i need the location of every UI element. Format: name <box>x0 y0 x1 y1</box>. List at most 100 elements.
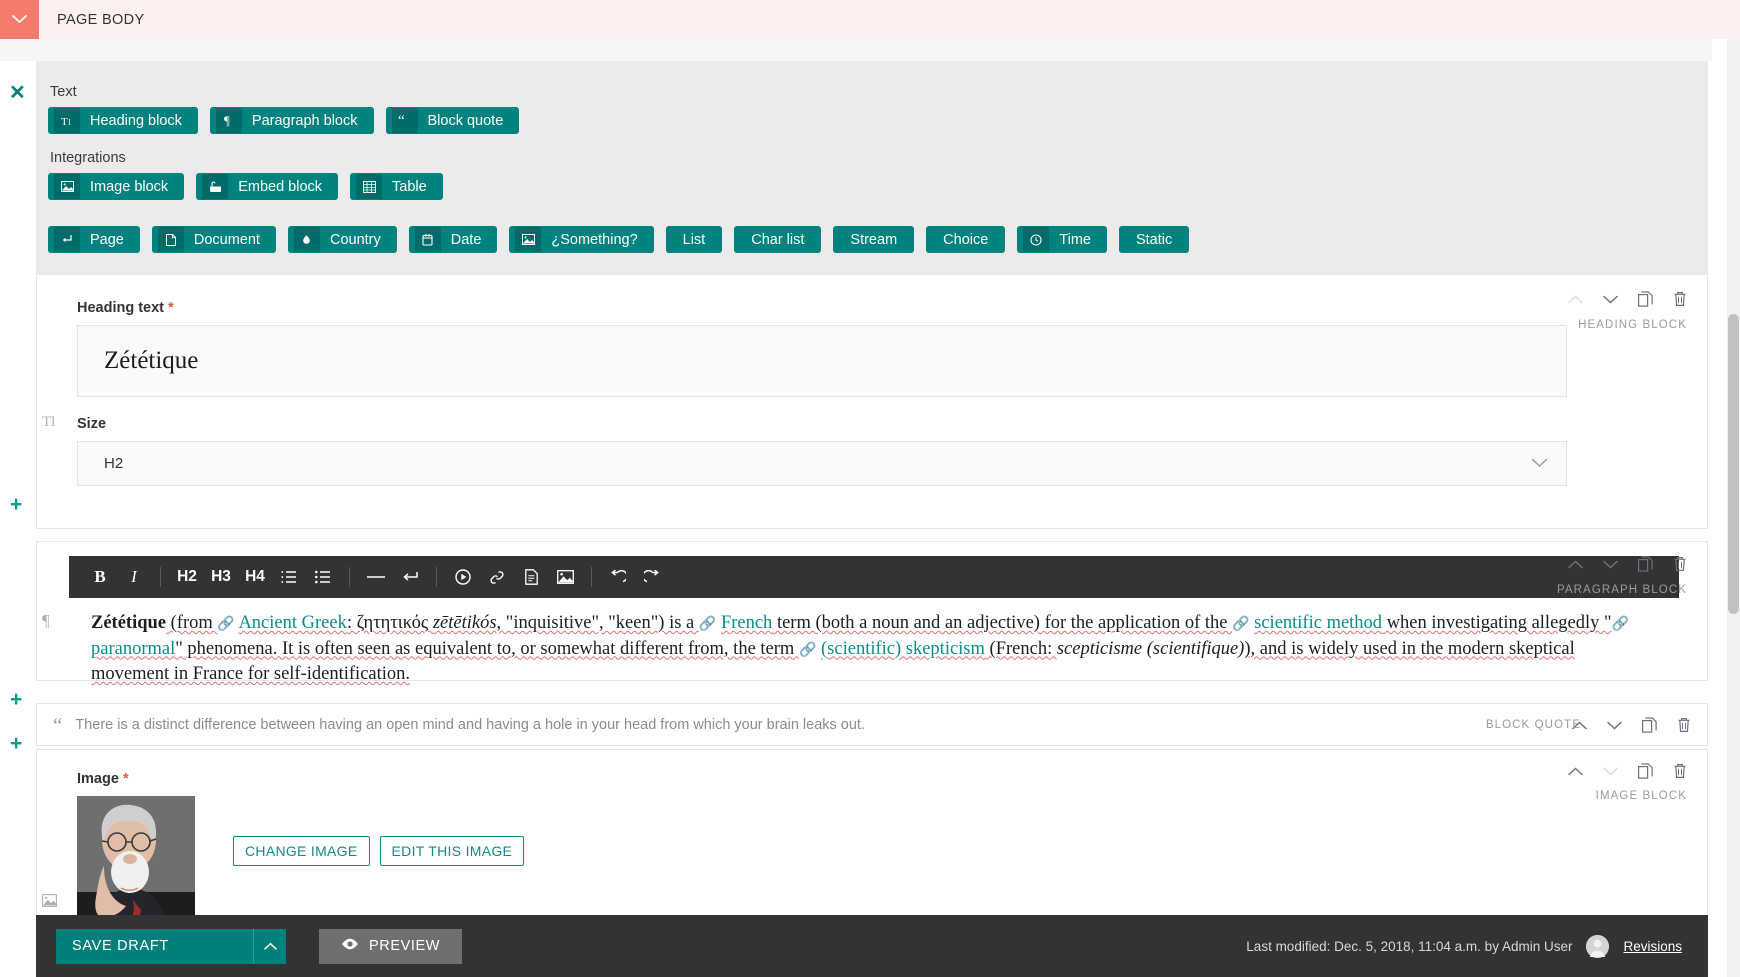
document-link-button[interactable] <box>514 556 548 598</box>
heading-3-button[interactable]: H3 <box>204 556 238 598</box>
add-time-block-label: Time <box>1059 231 1091 248</box>
revisions-link[interactable]: Revisions <box>1623 939 1682 954</box>
change-image-button[interactable]: CHANGE IMAGE <box>233 836 370 866</box>
image-button[interactable] <box>548 556 582 598</box>
toolbar-divider <box>160 567 161 587</box>
chevron-up-icon <box>263 942 277 950</box>
paragraph-link[interactable]: Ancient Greek <box>238 613 346 633</box>
add-image-block-label: Image block <box>90 178 169 195</box>
move-block-down-icon[interactable] <box>1607 721 1622 730</box>
paragraph-text-segment: " phenomena. It is often seen as equival… <box>175 638 799 659</box>
paragraph-block: B I H2 H3 H4 Zététique (from 🔗 Ancient G… <box>36 541 1708 684</box>
add-heading-block-button[interactable]: Tl Heading block <box>48 107 198 134</box>
delete-block-icon[interactable] <box>1677 717 1691 733</box>
add-block-quote-button[interactable]: “ Block quote <box>385 107 520 134</box>
paragraph-text-segment: (French: <box>984 638 1057 659</box>
add-page-block-button[interactable]: Page <box>48 226 140 253</box>
add-table-block-button[interactable]: Table <box>350 173 443 200</box>
clock-icon <box>1023 227 1050 252</box>
add-char-list-block-label: Char list <box>751 231 805 248</box>
delete-block-icon[interactable] <box>1673 291 1687 307</box>
add-document-block-label: Document <box>193 231 260 248</box>
redo-button[interactable] <box>635 556 669 598</box>
add-block-quote-label: Block quote <box>427 112 504 129</box>
line-break-button[interactable] <box>393 556 427 598</box>
chooser-extra-buttons: Page Document Country Date ¿Something? L… <box>48 226 1708 253</box>
move-block-down-icon[interactable] <box>1603 767 1618 776</box>
add-paragraph-block-button[interactable]: ¶ Paragraph block <box>209 107 374 134</box>
required-marker: * <box>168 300 174 316</box>
eye-icon <box>341 938 359 954</box>
heading-text-icon: Tl <box>54 108 80 133</box>
add-choice-block-button[interactable]: Choice <box>926 226 1006 253</box>
vertical-scrollbar-track[interactable] <box>1727 39 1740 977</box>
move-block-up-icon[interactable] <box>1568 559 1583 569</box>
paragraph-rich-text-body[interactable]: Zététique (from 🔗 Ancient Greek: ζητητικ… <box>69 598 1679 702</box>
heading-size-select[interactable]: H2 <box>77 441 1567 486</box>
quote-icon: “ <box>53 712 63 737</box>
heading-text-icon: Tl <box>42 414 56 430</box>
add-block-below-paragraph[interactable]: + <box>10 689 22 710</box>
move-block-up-icon[interactable] <box>1568 766 1583 776</box>
vertical-scrollbar-thumb[interactable] <box>1728 314 1739 614</box>
duplicate-block-icon[interactable] <box>1638 556 1653 572</box>
save-options-toggle[interactable] <box>253 928 286 964</box>
block-quote-text[interactable]: There is a distinct difference between h… <box>75 717 865 733</box>
add-time-block-button[interactable]: Time <box>1017 226 1107 253</box>
add-static-block-button[interactable]: Static <box>1118 226 1190 253</box>
bulleted-list-button[interactable] <box>306 556 340 598</box>
horizontal-rule-button[interactable] <box>359 556 393 598</box>
add-paragraph-block-label: Paragraph block <box>251 112 358 129</box>
edit-this-image-button[interactable]: EDIT THIS IMAGE <box>379 836 525 866</box>
chooser-group-label-text: Text <box>50 84 77 100</box>
move-block-down-icon[interactable] <box>1603 295 1618 304</box>
move-block-up-icon[interactable] <box>1568 294 1583 304</box>
paragraph-link[interactable]: paranormal <box>91 639 175 659</box>
move-block-down-icon[interactable] <box>1603 560 1618 569</box>
heading-text-input[interactable]: Zététique <box>77 325 1567 397</box>
avatar <box>1586 934 1610 958</box>
quote-icon: “ <box>391 108 418 133</box>
italic-button[interactable]: I <box>117 556 151 598</box>
embed-button[interactable] <box>446 556 480 598</box>
duplicate-block-icon[interactable] <box>1638 291 1653 307</box>
chooser-integration-buttons: Image block Embed block Table <box>48 173 1708 200</box>
image-block-controls <box>1568 763 1687 779</box>
duplicate-block-icon[interactable] <box>1642 717 1657 733</box>
close-icon[interactable]: ✕ <box>9 83 26 103</box>
page-body-collapse-toggle[interactable] <box>0 0 39 39</box>
add-document-block-button[interactable]: Document <box>151 226 276 253</box>
add-something-block-button[interactable]: ¿Something? <box>509 226 654 253</box>
link-button[interactable] <box>480 556 514 598</box>
image-thumbnail[interactable] <box>77 796 195 927</box>
link-icon: 🔗 <box>217 617 235 632</box>
last-modified-text: Last modified: Dec. 5, 2018, 11:04 a.m. … <box>1246 938 1573 954</box>
preview-button[interactable]: PREVIEW <box>319 928 463 964</box>
add-image-block-button[interactable]: Image block <box>48 173 185 200</box>
add-list-block-button[interactable]: List <box>665 226 723 253</box>
add-date-block-button[interactable]: Date <box>408 226 498 253</box>
delete-block-icon[interactable] <box>1673 763 1687 779</box>
add-block-above-heading[interactable]: + <box>10 494 22 515</box>
preview-button-label: PREVIEW <box>369 938 441 954</box>
delete-block-icon[interactable] <box>1673 556 1687 572</box>
bold-button[interactable]: B <box>83 556 117 598</box>
add-char-list-block-button[interactable]: Char list <box>734 226 822 253</box>
add-country-block-button[interactable]: Country <box>287 226 397 253</box>
paragraph-link[interactable]: (scientific) skepticism <box>821 639 985 659</box>
add-stream-block-button[interactable]: Stream <box>833 226 915 253</box>
pilcrow-icon: ¶ <box>215 108 242 133</box>
heading-4-button[interactable]: H4 <box>238 556 272 598</box>
ordered-list-button[interactable] <box>272 556 306 598</box>
duplicate-block-icon[interactable] <box>1638 763 1653 779</box>
paragraph-link[interactable]: scientific method <box>1254 613 1382 633</box>
undo-button[interactable] <box>601 556 635 598</box>
paragraph-link[interactable]: French <box>721 613 772 633</box>
add-embed-block-button[interactable]: Embed block <box>196 173 339 200</box>
save-draft-button[interactable]: SAVE DRAFT <box>56 928 253 964</box>
toolbar-divider <box>349 567 350 587</box>
add-block-below-quote[interactable]: + <box>10 733 22 754</box>
add-choice-block-label: Choice <box>943 231 989 248</box>
add-heading-block-label: Heading block <box>90 112 182 129</box>
heading-2-button[interactable]: H2 <box>170 556 204 598</box>
